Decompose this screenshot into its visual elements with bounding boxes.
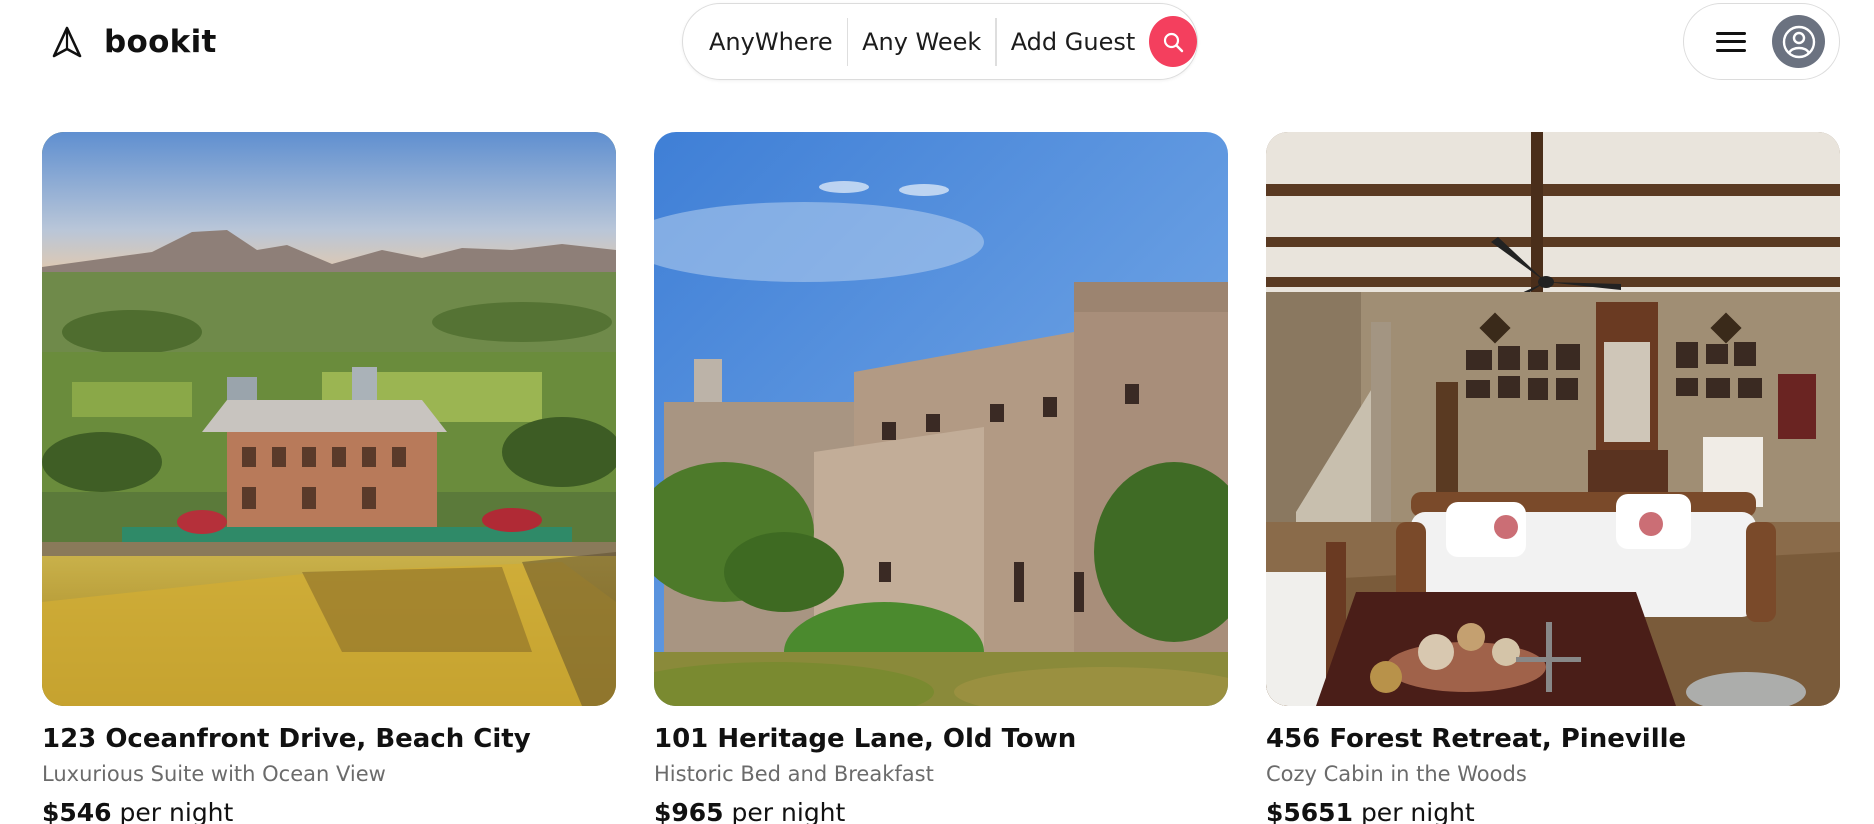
countryside-estate-photo	[42, 132, 616, 706]
listing-price-row: $5651 per night	[1266, 798, 1840, 824]
navigation-arrow-icon	[52, 26, 82, 58]
listing-price-row: $546 per night	[42, 798, 616, 824]
listing-subtitle: Historic Bed and Breakfast	[654, 762, 934, 786]
listing-subtitle: Luxurious Suite with Ocean View	[42, 762, 386, 786]
cabin-living-room-photo	[1266, 132, 1840, 706]
brand-logo[interactable]: bookit	[50, 22, 217, 62]
listing-card[interactable]: 101 Heritage Lane, Old Town Historic Bed…	[654, 132, 1228, 824]
stone-heritage-house-photo	[654, 132, 1228, 706]
top-navbar: bookit AnyWhere Any Week Add Guest	[0, 0, 1874, 86]
listing-photo[interactable]	[1266, 132, 1840, 706]
listing-title[interactable]: 123 Oceanfront Drive, Beach City	[42, 724, 616, 754]
listing-price: $965	[654, 798, 724, 824]
brand-name: bookit	[104, 24, 217, 60]
listing-grid: 123 Oceanfront Drive, Beach City Luxurio…	[42, 132, 1840, 824]
listing-card[interactable]: 456 Forest Retreat, Pineville Cozy Cabin…	[1266, 132, 1840, 824]
listing-photo[interactable]	[654, 132, 1228, 706]
listing-price: $546	[42, 798, 112, 824]
user-circle-icon	[1782, 25, 1815, 58]
search-button[interactable]	[1149, 16, 1197, 67]
listing-price-unit: per night	[731, 798, 846, 824]
listing-subtitle: Cozy Cabin in the Woods	[1266, 762, 1527, 786]
search-where-button[interactable]: AnyWhere	[709, 28, 847, 56]
listing-photo[interactable]	[42, 132, 616, 706]
listing-price-row: $965 per night	[654, 798, 1228, 824]
search-when-button[interactable]: Any Week	[848, 28, 995, 56]
listing-card[interactable]: 123 Oceanfront Drive, Beach City Luxurio…	[42, 132, 616, 824]
listing-title[interactable]: 101 Heritage Lane, Old Town	[654, 724, 1228, 754]
search-bar[interactable]: AnyWhere Any Week Add Guest	[682, 3, 1198, 80]
search-guests-button[interactable]: Add Guest	[997, 28, 1150, 56]
listing-price-unit: per night	[1360, 798, 1475, 824]
listing-price-unit: per night	[119, 798, 234, 824]
listing-title[interactable]: 456 Forest Retreat, Pineville	[1266, 724, 1840, 754]
user-avatar	[1772, 15, 1825, 68]
search-icon	[1164, 32, 1184, 52]
user-menu-button[interactable]	[1683, 3, 1840, 80]
hamburger-menu-icon	[1716, 30, 1746, 54]
listing-price: $5651	[1266, 798, 1353, 824]
